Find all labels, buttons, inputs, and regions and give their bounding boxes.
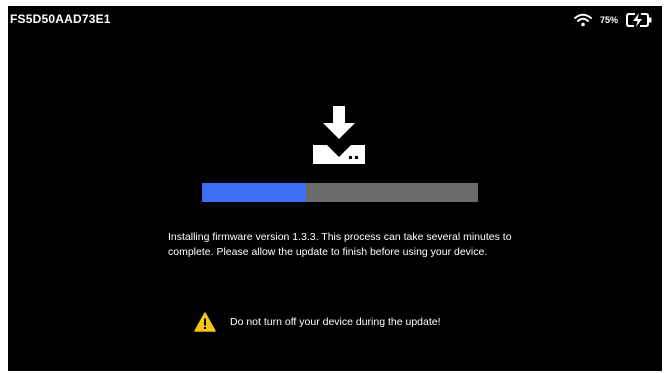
warning-icon bbox=[194, 312, 216, 332]
device-id: FS5D50AAD73E1 bbox=[10, 12, 111, 26]
warning-row: Do not turn off your device during the u… bbox=[194, 312, 441, 332]
battery-percent: 75% bbox=[599, 15, 618, 25]
update-message: Installing firmware version 1.3.3. This … bbox=[168, 231, 512, 258]
device-screen: FS5D50AAD73E1 75% Installing firmware ve… bbox=[8, 6, 662, 371]
battery-charging-icon bbox=[626, 13, 652, 27]
wifi-icon bbox=[573, 13, 592, 27]
progress-bar-fill bbox=[202, 183, 306, 202]
download-to-device-icon bbox=[311, 106, 367, 164]
warning-text: Do not turn off your device during the u… bbox=[230, 316, 441, 328]
progress-bar bbox=[202, 183, 478, 202]
status-area: 75% bbox=[573, 9, 652, 31]
